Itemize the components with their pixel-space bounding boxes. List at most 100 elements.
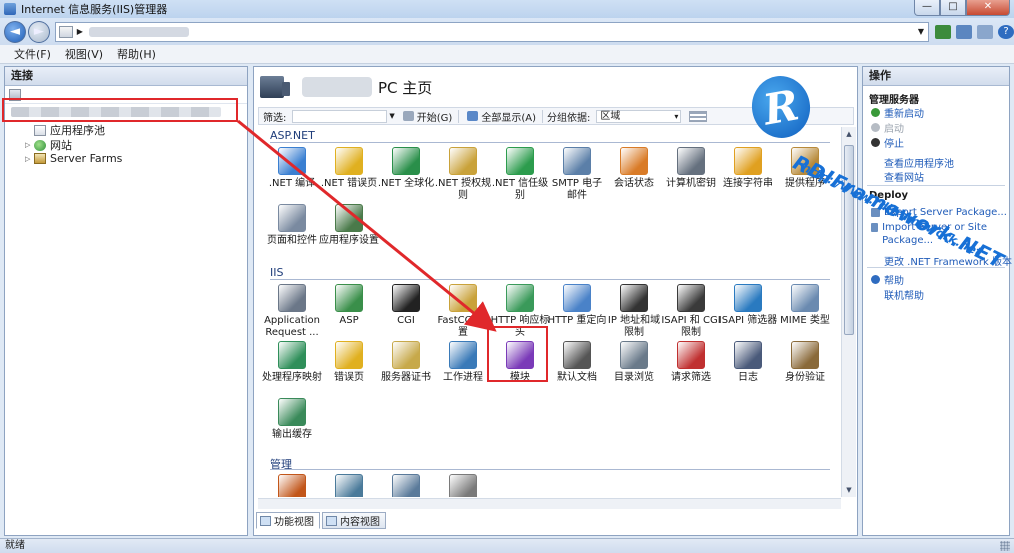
feature-item[interactable]: SMTP 电子邮件: [547, 147, 607, 202]
tab-features-view[interactable]: 功能视图: [256, 512, 320, 529]
feature-item[interactable]: .NET 授权规则: [433, 147, 493, 202]
feature-label: URL 重写: [832, 315, 841, 327]
resize-grip[interactable]: [1000, 541, 1010, 551]
features-view-icon: [260, 515, 271, 526]
close-button[interactable]: ✕: [966, 0, 1010, 16]
section-title[interactable]: IIS: [270, 266, 283, 279]
connections-panel: 连接 应用程序池 ▷ 网站 ▷ Server Farms: [4, 66, 248, 536]
chevron-down-icon[interactable]: ▼: [389, 112, 394, 120]
worker-processes-icon: [449, 341, 477, 369]
feature-item[interactable]: 配置编辑器: [433, 474, 493, 497]
feature-item[interactable]: 服务器证书: [376, 341, 436, 384]
feature-item[interactable]: 请求筛选: [661, 341, 721, 384]
feature-item[interactable]: 日志: [718, 341, 778, 384]
actions-header: 操作: [863, 67, 1009, 86]
filter-input[interactable]: [292, 109, 388, 123]
feature-item[interactable]: 目录浏览: [604, 341, 664, 384]
feature-item[interactable]: CGI: [376, 284, 436, 327]
tree-item-sites[interactable]: ▷ 网站: [25, 137, 72, 153]
feature-item[interactable]: .NET 编译: [262, 147, 322, 190]
feature-item[interactable]: 处理程序映射: [262, 341, 322, 384]
group-by-select[interactable]: 区域: [596, 109, 682, 123]
back-button[interactable]: ◄: [4, 20, 26, 43]
pages-controls-icon: [278, 204, 306, 232]
feature-item[interactable]: 工作进程: [433, 341, 493, 384]
stop-action[interactable]: 停止: [871, 135, 904, 150]
expand-icon[interactable]: ▷: [25, 141, 34, 149]
minimize-button[interactable]: —: [914, 0, 940, 16]
home-icon[interactable]: [977, 24, 994, 39]
feature-item[interactable]: 错误页: [319, 341, 379, 384]
feature-label: 身份验证: [785, 372, 825, 383]
view-mode-icon[interactable]: [689, 110, 708, 122]
content-view-icon: [326, 515, 337, 526]
tree-item-app-pools[interactable]: 应用程序池: [25, 122, 105, 138]
expand-icon[interactable]: ▷: [25, 155, 34, 163]
feature-item[interactable]: 默认文档: [547, 341, 607, 384]
feature-item[interactable]: Application Request ...: [262, 284, 322, 339]
view-tabs: 功能视图 内容视图: [256, 512, 386, 530]
highlight-modules: [487, 326, 548, 382]
status-text: 就绪: [5, 540, 25, 551]
maximize-button[interactable]: □: [940, 0, 966, 16]
feature-item[interactable]: 应用程序设置: [319, 204, 379, 247]
feature-item[interactable]: 功能委派: [319, 474, 379, 497]
menu-file[interactable]: 文件(F): [14, 46, 51, 62]
page-title: PC 主页: [378, 78, 433, 97]
feature-item[interactable]: .NET 错误页: [319, 147, 379, 190]
logging-icon: [734, 341, 762, 369]
feature-item[interactable]: 身份验证: [775, 341, 835, 384]
feature-item[interactable]: 会话状态: [604, 147, 664, 190]
feature-item[interactable]: ISAPI 筛选器: [718, 284, 778, 327]
tab-content-view[interactable]: 内容视图: [322, 512, 386, 529]
server-farm-icon: [34, 153, 46, 164]
stop-icon[interactable]: [956, 24, 973, 39]
import-icon: [871, 223, 879, 232]
feature-item[interactable]: ISAPI 和 CGI 限制: [661, 284, 721, 339]
restart-action[interactable]: 重新启动: [871, 105, 924, 120]
feature-item[interactable]: 共享的配置: [376, 474, 436, 497]
feature-item[interactable]: 输出缓存: [262, 398, 322, 441]
feature-label: Application Request ...: [264, 315, 320, 338]
feature-item[interactable]: 授权规则: [832, 341, 841, 384]
refresh-icon[interactable]: [935, 24, 952, 39]
chevron-down-icon[interactable]: ▼: [918, 27, 924, 36]
status-bar: 就绪: [0, 538, 1014, 553]
scroll-down-icon[interactable]: ▼: [842, 483, 856, 497]
feature-item[interactable]: .NET 全球化: [376, 147, 436, 190]
feature-item[interactable]: HTTP 重定向: [547, 284, 607, 327]
config-editor-icon: [449, 474, 477, 497]
breadcrumb-address[interactable]: ▶ ▼: [54, 21, 930, 42]
tree-item-server-farms[interactable]: ▷ Server Farms: [25, 152, 122, 165]
show-all-button[interactable]: 全部显示(A): [467, 109, 536, 124]
help-action[interactable]: 帮助: [871, 272, 904, 287]
restart-icon: [871, 108, 880, 117]
feature-item[interactable]: ASP: [319, 284, 379, 327]
feature-item[interactable]: Web 平台安装程序: [262, 474, 322, 497]
view-app-pools-link[interactable]: 查看应用程序池: [884, 155, 954, 170]
address-toolbar: ?: [935, 24, 1014, 39]
feature-item[interactable]: 页面和控件: [262, 204, 322, 247]
forward-button[interactable]: ►: [27, 20, 50, 43]
feature-item[interactable]: 计算机密钥: [661, 147, 721, 190]
feature-item[interactable]: URL 重写: [832, 284, 841, 327]
feature-item[interactable]: MIME 类型: [775, 284, 835, 327]
feature-item[interactable]: 连接字符串: [718, 147, 778, 190]
menu-view[interactable]: 视图(V): [65, 46, 103, 62]
start-filter-button[interactable]: 开始(G): [402, 109, 452, 124]
session-state-icon: [620, 147, 648, 175]
feature-item[interactable]: FastCGI 设置: [433, 284, 493, 339]
help-icon[interactable]: ?: [998, 24, 1014, 39]
horizontal-scrollbar[interactable]: [258, 498, 841, 509]
feature-item[interactable]: IP 地址和域限制: [604, 284, 664, 339]
section-title[interactable]: ASP.NET: [270, 129, 315, 142]
shared-config-icon: [392, 474, 420, 497]
scroll-up-icon[interactable]: ▲: [842, 127, 856, 141]
feature-label: IP 地址和域限制: [607, 315, 661, 338]
connection-strings-icon: [734, 147, 762, 175]
online-help-link[interactable]: 联机帮助: [884, 287, 924, 302]
feature-item[interactable]: .NET 信任级别: [490, 147, 550, 202]
view-sites-link[interactable]: 查看网站: [884, 169, 924, 184]
feature-label: .NET 错误页: [320, 178, 378, 189]
menu-help[interactable]: 帮助(H): [117, 46, 156, 62]
